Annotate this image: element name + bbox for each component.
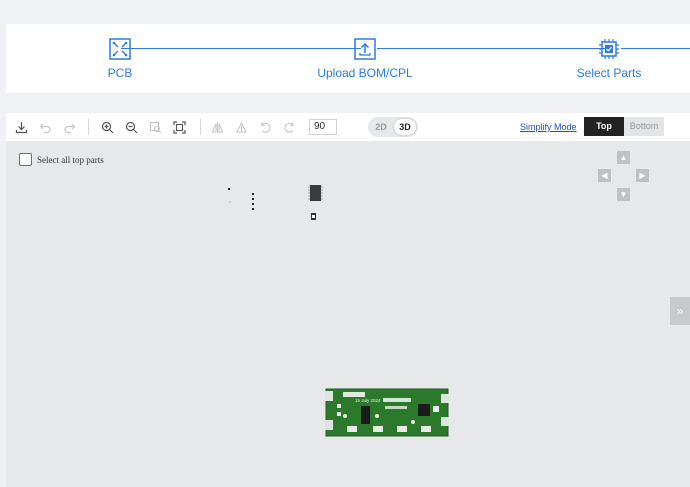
step-pcb[interactable]: PCB (60, 38, 180, 80)
toolbar-divider (88, 119, 89, 135)
flip-horizontal-icon[interactable] (208, 118, 226, 136)
step-select-parts-label: Select Parts (576, 66, 642, 80)
step-select-parts[interactable]: Select Parts (549, 38, 669, 80)
rotate-left-icon[interactable] (256, 118, 274, 136)
fit-view-icon[interactable] (170, 118, 188, 136)
pcb-icon (109, 38, 131, 60)
redo-icon[interactable] (60, 118, 78, 136)
pcb-board-model[interactable]: 15 July 2024 (325, 386, 451, 442)
zoom-out-icon[interactable] (122, 118, 140, 136)
select-all-label: Select all top parts (37, 154, 104, 165)
view-dimension-toggle: 2D 3D (368, 117, 418, 137)
pan-left-icon[interactable]: ◀ (598, 169, 611, 182)
bottom-side-button[interactable]: Bottom (624, 117, 664, 136)
simplify-mode-link[interactable]: Simplify Mode (520, 122, 577, 132)
expand-panel-icon[interactable]: » (670, 297, 690, 325)
undo-icon[interactable] (36, 118, 54, 136)
small-components (228, 188, 254, 210)
upload-icon (354, 38, 376, 60)
zoom-level-input[interactable]: 90 (309, 119, 337, 135)
select-all-checkbox[interactable] (19, 153, 32, 166)
ic-chip-model (308, 185, 323, 220)
view-3d-button[interactable]: 3D (394, 119, 416, 135)
zoom-window-icon[interactable] (146, 118, 164, 136)
pcb-3d-viewport[interactable]: Select all top parts ▲ ◀ ▶ ▼ » 15 July 2… (6, 141, 690, 487)
step-upload-bom[interactable]: Upload BOM/CPL (305, 38, 425, 80)
zoom-in-icon[interactable] (98, 118, 116, 136)
select-all-top-parts[interactable]: Select all top parts (19, 153, 104, 166)
board-silkscreen-text: 15 July 2024 (355, 398, 381, 403)
viewer-toolbar: 90 2D 3D Simplify Mode Top Bottom (6, 113, 690, 141)
pan-right-icon[interactable]: ▶ (636, 169, 649, 182)
rotate-right-icon[interactable] (280, 118, 298, 136)
step-upload-bom-label: Upload BOM/CPL (317, 66, 413, 80)
chip-check-icon (599, 39, 619, 59)
top-side-button[interactable]: Top (584, 117, 624, 136)
view-2d-button[interactable]: 2D (370, 119, 392, 135)
step-progress: PCB Upload BOM/CPL Select Parts (6, 24, 690, 93)
pan-down-icon[interactable]: ▼ (617, 188, 630, 201)
step-pcb-label: PCB (107, 66, 133, 80)
pan-up-icon[interactable]: ▲ (617, 151, 630, 164)
download-icon[interactable] (12, 118, 30, 136)
flip-vertical-icon[interactable] (232, 118, 250, 136)
toolbar-divider (200, 119, 201, 135)
